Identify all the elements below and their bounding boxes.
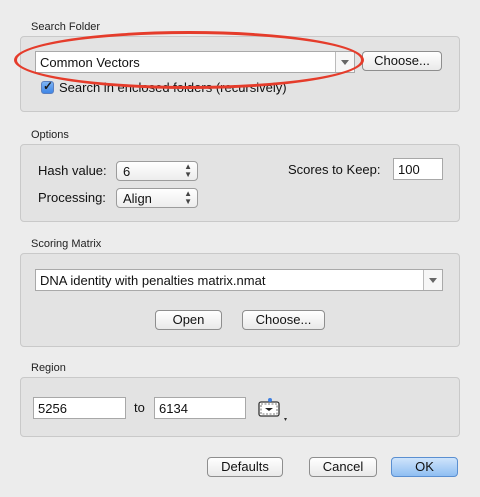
region-to-label: to [134,400,145,415]
scoring-matrix-group [20,253,460,347]
scoring-matrix-combo[interactable]: DNA identity with penalties matrix.nmat [35,269,443,291]
region-section-label: Region [31,362,66,374]
up-down-chevron-icon: ▲ ▼ [184,162,192,179]
scores-to-keep-label: Scores to Keep: [288,162,381,177]
search-folder-value: Common Vectors [40,55,140,70]
scoring-matrix-section-label: Scoring Matrix [31,238,102,250]
region-start-field[interactable] [33,397,126,419]
search-folder-group [20,36,460,112]
region-selection-icon[interactable] [257,396,287,424]
search-folder-section-label: Search Folder [31,21,101,33]
options-section-label: Options [31,129,69,141]
hash-value-popup[interactable]: 6 ▲ ▼ [116,161,198,181]
up-down-chevron-icon: ▲ ▼ [184,189,192,206]
recursive-checkbox[interactable]: ✓ [41,79,54,94]
search-folder-combo[interactable]: Common Vectors [35,51,355,73]
ok-button[interactable]: OK [391,457,458,477]
choose-matrix-button[interactable]: Choose... [242,310,325,330]
scores-to-keep-field[interactable] [393,158,443,180]
scoring-matrix-value: DNA identity with penalties matrix.nmat [40,273,266,288]
recursive-label: Search in enclosed folders (recursively) [59,80,287,95]
processing-selected: Align [123,191,152,206]
options-group [20,144,460,222]
cancel-button[interactable]: Cancel [309,457,377,477]
checkmark-icon: ✓ [43,79,54,93]
chevron-down-icon [341,60,349,65]
region-end-field[interactable] [154,397,246,419]
defaults-button[interactable]: Defaults [207,457,283,477]
open-matrix-button[interactable]: Open [155,310,222,330]
hash-value-selected: 6 [123,164,131,179]
choose-folder-button[interactable]: Choose... [362,51,442,71]
hash-value-label: Hash value: [38,163,107,178]
combo-dropdown-button[interactable] [423,270,442,290]
chevron-down-icon [429,278,437,283]
processing-label: Processing: [38,190,106,205]
combo-dropdown-button[interactable] [335,52,354,72]
processing-popup[interactable]: Align ▲ ▼ [116,188,198,208]
